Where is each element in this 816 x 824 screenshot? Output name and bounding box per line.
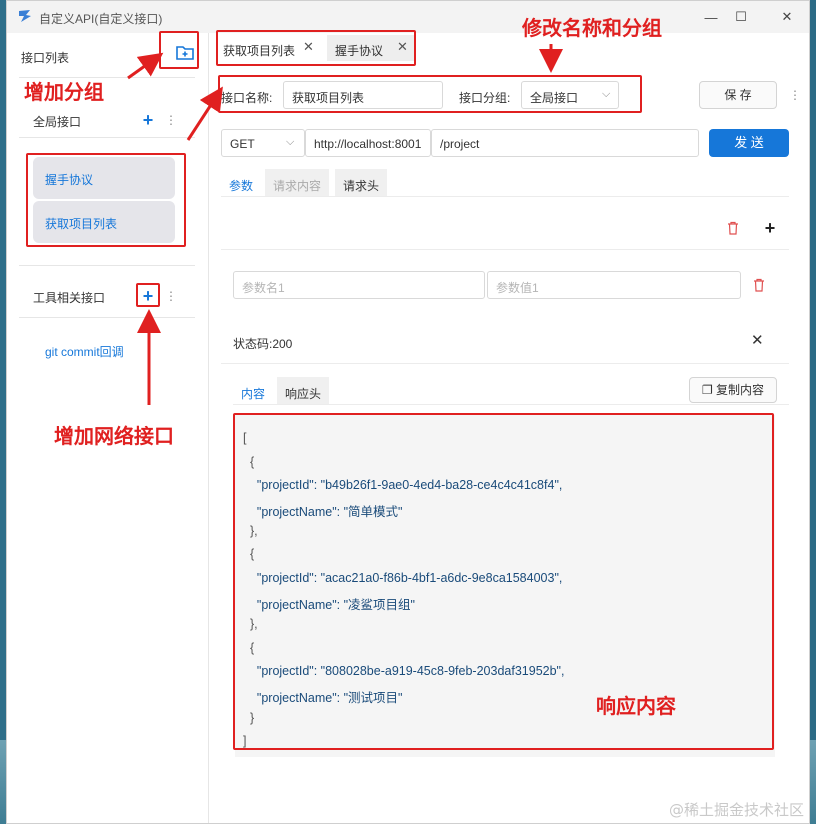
watermark: @稀土掘金技术社区 [668,801,804,819]
arrow-api-list [186,86,223,141]
annotation-arrows [127,44,563,405]
arrow-add-group [127,52,164,80]
